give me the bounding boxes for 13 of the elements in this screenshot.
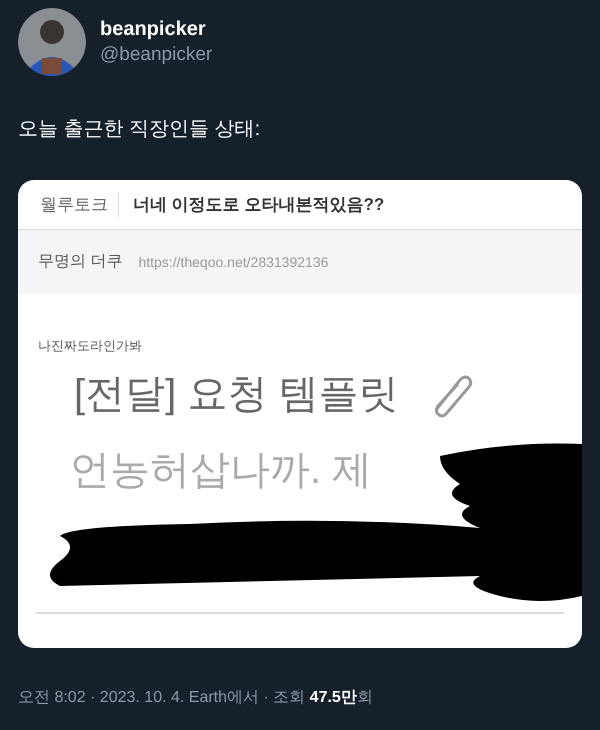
tweet-meta: 오전 8:02 · 2023. 10. 4. Earth에서 · 조회 47.5만회 (17, 688, 374, 708)
media-card[interactable]: 월루토크 너네 이정도로 오타내본적있음?? 무명의 더쿠 https://theqoo.net/2831392136 나진짜도라인가봐 [전달] 요청 템플릿 언농허삽나까. 제 (18, 180, 582, 648)
author-handle[interactable]: @beanpicker (100, 42, 212, 68)
post-url: https://theqoo.net/2831392136 (138, 252, 328, 272)
mail-subject: [전달] 요청 템플릿 (74, 370, 398, 418)
poster-name: 무명의 더쿠 (38, 252, 122, 272)
mail-preview: 언농허삽나까. 제 (69, 446, 374, 494)
caption: 나진짜도라인가봐 (37, 337, 143, 355)
avatar (18, 8, 86, 76)
tweet-text: 오늘 출근한 직장인들 상태: (17, 117, 262, 142)
board-name: 월루토크 (40, 192, 119, 218)
post-title: 너네 이정도로 오타내본적있음?? (132, 194, 384, 216)
author-name[interactable]: beanpicker (100, 16, 212, 42)
